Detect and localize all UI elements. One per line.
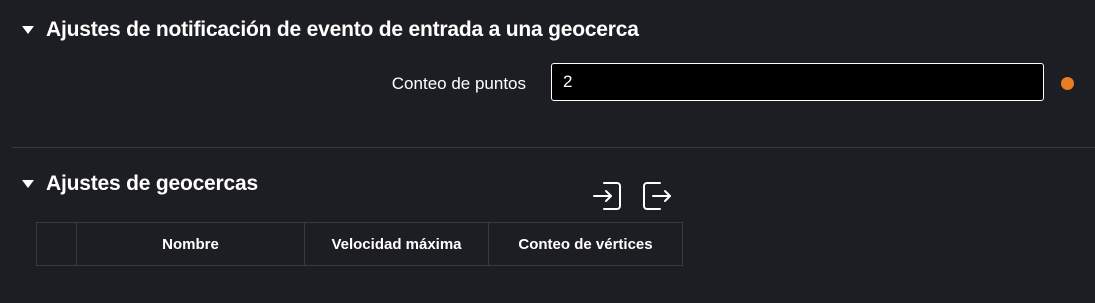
section-divider [12, 147, 1095, 148]
geofence-settings-header[interactable]: Ajustes de geocercas [22, 172, 258, 196]
section-title: Ajustes de geocercas [46, 172, 258, 195]
import-icon [593, 182, 621, 210]
column-header-max-speed[interactable]: Velocidad máxima [304, 222, 489, 266]
caret-down-icon [22, 26, 34, 34]
geofence-entry-notification-header[interactable]: Ajustes de notificación de evento de ent… [22, 18, 639, 42]
point-count-label: Conteo de puntos [391, 74, 526, 93]
point-count-input[interactable] [551, 63, 1044, 101]
export-button[interactable] [640, 179, 674, 213]
column-header-name[interactable]: Nombre [76, 222, 305, 266]
section-title: Ajustes de notificación de evento de ent… [46, 18, 639, 41]
export-icon [643, 182, 671, 210]
modified-indicator-icon [1061, 77, 1074, 90]
caret-down-icon [22, 180, 34, 188]
row-selector-header[interactable] [36, 222, 77, 266]
settings-page: Ajustes de notificación de evento de ent… [0, 0, 1095, 303]
column-header-vertex-count[interactable]: Conteo de vértices [488, 222, 683, 266]
import-button[interactable] [590, 179, 624, 213]
table-header-row: Nombre Velocidad máxima Conteo de vértic… [36, 222, 683, 266]
geofence-table: Nombre Velocidad máxima Conteo de vértic… [36, 222, 683, 266]
